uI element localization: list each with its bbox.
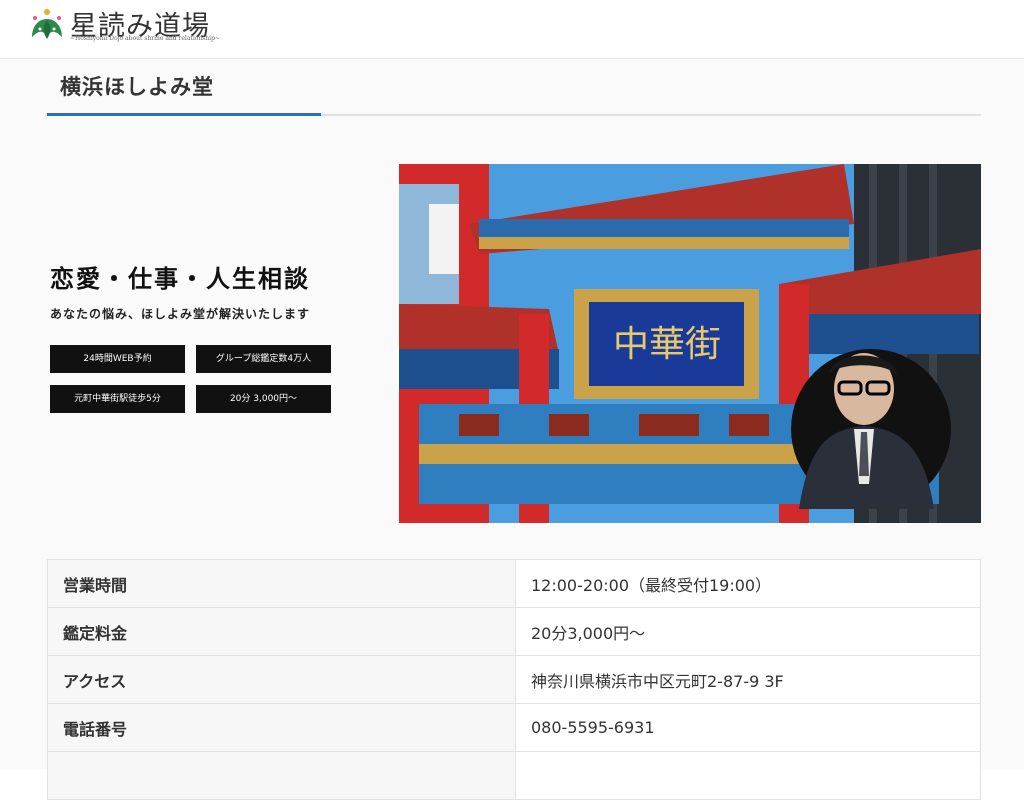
row-key-next	[47, 751, 516, 800]
tag-web-reservation: 24時間WEB予約	[50, 345, 185, 373]
hero-image: 中華街	[399, 164, 981, 523]
table-row	[47, 751, 981, 800]
gate-sign-text: 中華街	[613, 324, 721, 365]
row-key-access: アクセス	[47, 655, 516, 704]
row-key-phone: 電話番号	[47, 703, 516, 752]
row-value-hours: 12:00-20:00（最終受付19:00）	[515, 559, 981, 608]
hero-subheading: あなたの悩み、ほしよみ堂が解決いたします	[50, 307, 311, 321]
row-value-access: 神奈川県横浜市中区元町2-87-9 3F	[515, 655, 981, 704]
table-row: 電話番号 080-5595-6931	[47, 703, 981, 752]
hero-heading: 恋愛・仕事・人生相談	[50, 265, 310, 293]
row-value-fee: 20分3,000円〜	[515, 607, 981, 656]
main-content: 横浜ほしよみ堂 恋愛・仕事・人生相談 あなたの悩み、ほしよみ堂が解決いたします …	[0, 59, 1024, 800]
chinatown-gate-image: 中華街	[399, 164, 981, 523]
title-divider-accent	[47, 113, 321, 116]
tag-station-access: 元町中華街駅徒歩5分	[50, 385, 185, 413]
row-value-next	[515, 751, 981, 800]
row-key-fee: 鑑定料金	[47, 607, 516, 656]
logo-icon[interactable]	[28, 7, 66, 43]
table-row: アクセス 神奈川県横浜市中区元町2-87-9 3F	[47, 655, 981, 704]
table-row: 鑑定料金 20分3,000円〜	[47, 607, 981, 656]
row-key-hours: 営業時間	[47, 559, 516, 608]
tag-price: 20分 3,000円〜	[196, 385, 331, 413]
store-info-table: 営業時間 12:00-20:00（最終受付19:00） 鑑定料金 20分3,00…	[47, 559, 981, 800]
logo-tagline: ~Hoshiyomi Dojo about shrine and relatio…	[70, 35, 220, 42]
table-row: 営業時間 12:00-20:00（最終受付19:00）	[47, 559, 981, 608]
tag-total-readings: グループ総鑑定数4万人	[196, 345, 331, 373]
page-title: 横浜ほしよみ堂	[60, 75, 214, 99]
row-value-phone[interactable]: 080-5595-6931	[515, 703, 981, 752]
site-header: 星読み道場 ~Hoshiyomi Dojo about shrine and r…	[0, 0, 1024, 59]
